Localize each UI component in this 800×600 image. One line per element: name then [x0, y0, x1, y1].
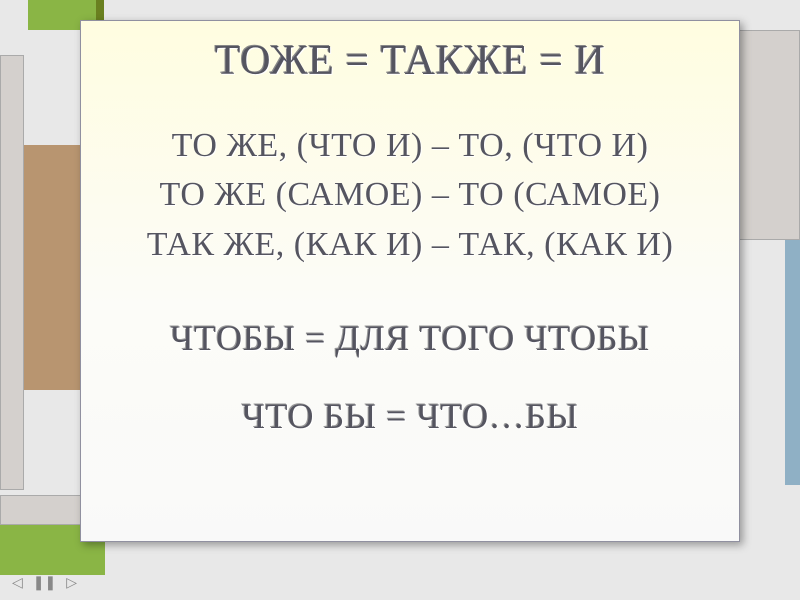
slide-card: ТОЖЕ = ТАКЖЕ = И ТО ЖЕ, (ЧТО И) – ТО, (Ч… [80, 20, 740, 542]
next-icon[interactable]: ▷ [66, 575, 77, 592]
rules-block: ТО ЖЕ, (ЧТО И) – ТО, (ЧТО И) ТО ЖЕ (САМО… [147, 121, 674, 269]
rule-line: ТАК ЖЕ, (КАК И) – ТАК, (КАК И) [147, 220, 674, 269]
decor-block [24, 145, 80, 390]
prev-icon[interactable]: ◁ [12, 575, 23, 592]
slide-title: ТОЖЕ = ТАКЖЕ = И [215, 37, 606, 85]
slide-nav: ◁ ❚❚ ▷ [12, 575, 77, 592]
decor-block [785, 240, 800, 485]
decor-block [0, 55, 24, 490]
pause-icon[interactable]: ❚❚ [33, 575, 56, 592]
rule-line: ТО ЖЕ, (ЧТО И) – ТО, (ЧТО И) [147, 121, 674, 170]
rule-line: ЧТОБЫ = ДЛЯ ТОГО ЧТОБЫ [170, 317, 650, 359]
rule-line: ТО ЖЕ (САМОЕ) – ТО (САМОЕ) [147, 170, 674, 219]
rule-line: ЧТО БЫ = ЧТО…БЫ [242, 395, 579, 437]
decor-block [96, 0, 104, 20]
